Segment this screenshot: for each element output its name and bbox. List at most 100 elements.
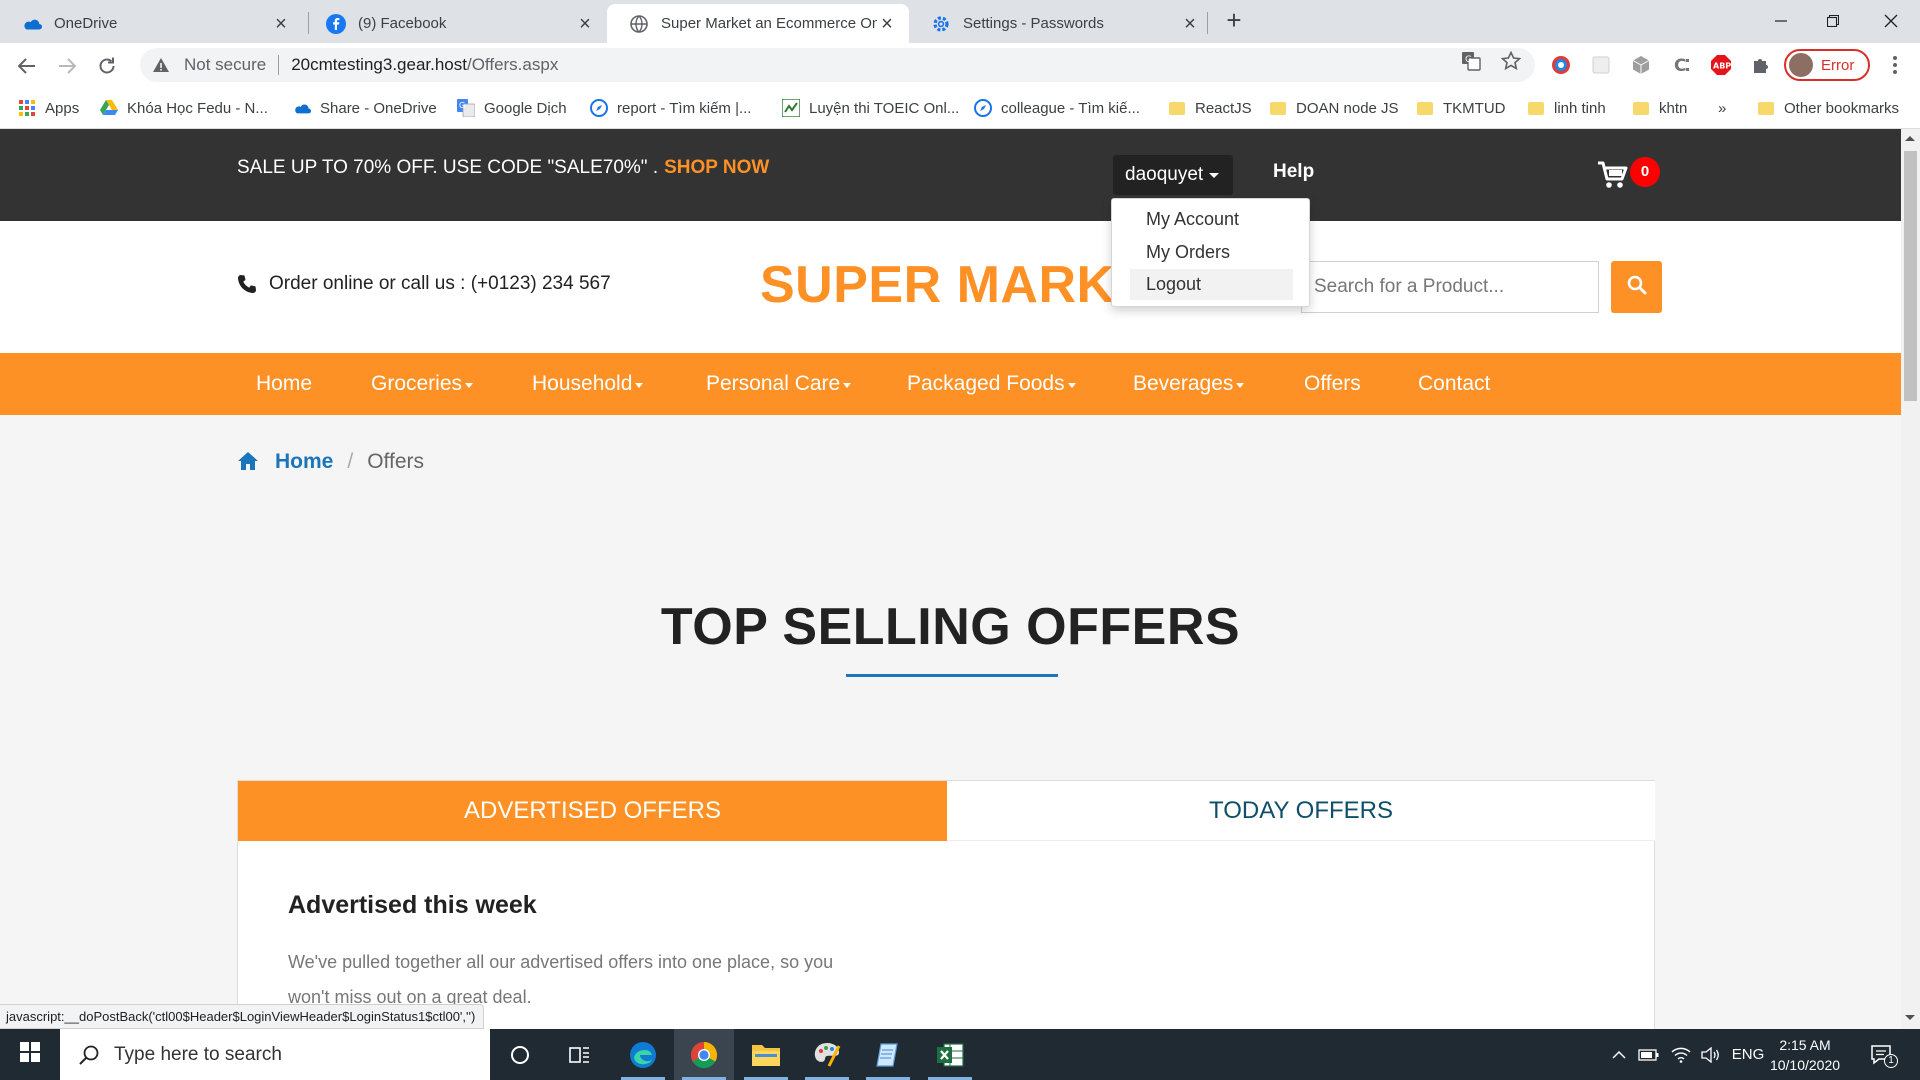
title-underline [846,674,1058,677]
profile-error-button[interactable]: Error [1784,49,1870,81]
close-tab-icon[interactable]: × [271,14,291,34]
minimize-button[interactable] [1758,4,1804,38]
start-button[interactable] [0,1029,60,1080]
browser-tab-onedrive[interactable]: OneDrive × [0,4,303,43]
close-tab-icon[interactable]: × [1180,14,1200,34]
user-account-dropdown[interactable]: daoquyet [1113,155,1234,195]
address-bar[interactable]: Not secure 20cmtesting3.gear.host/Offers… [140,48,1535,82]
user-dropdown-menu: My Account My Orders Logout [1111,198,1310,307]
bookmark-folder-reactjs[interactable]: ReactJS [1168,96,1252,120]
search-button[interactable] [1611,261,1662,313]
nav-label: Groceries [371,372,463,395]
show-hidden-icons-chevron[interactable] [1608,1029,1630,1080]
caret-down-icon [1236,382,1245,388]
forward-button[interactable] [52,51,82,81]
file-explorer-taskbar-button[interactable] [736,1029,796,1080]
tab-today-offers[interactable]: TODAY OFFERS [947,781,1655,841]
reload-button[interactable] [92,51,122,81]
menu-item-my-account[interactable]: My Account [1130,204,1293,235]
google-translate-icon: G [457,99,475,117]
svg-text:ABP: ABP [1713,62,1731,71]
bookmark-google-dich[interactable]: G Google Dịch [457,96,567,120]
nav-offers[interactable]: Offers [1304,353,1361,415]
product-search-input[interactable] [1301,261,1599,313]
scroll-up-arrow-icon[interactable] [1905,136,1915,141]
browser-tab-super-market[interactable]: Super Market an Ecommerce Onl × [607,4,909,43]
volume-icon[interactable] [1698,1029,1724,1080]
browser-tab-settings[interactable]: Settings - Passwords × [909,4,1212,43]
offers-tabs-panel: ADVERTISED OFFERS TODAY OFFERS Advertise… [237,780,1655,1029]
nav-groceries[interactable]: Groceries [371,353,474,415]
adblock-plus-icon[interactable]: ABP [1710,54,1732,76]
bookmark-label: linh tinh [1554,99,1606,117]
bookmark-report[interactable]: report - Tìm kiếm |... [590,96,751,120]
bookmark-folder-other-bookmarks[interactable]: Other bookmarks [1757,96,1899,120]
bookmark-label: Luyện thi TOEIC Onl... [809,99,960,117]
bookmark-apps[interactable]: Apps [18,96,79,120]
battery-icon[interactable] [1636,1029,1662,1080]
action-center-button[interactable]: 1 [1862,1029,1902,1080]
windows-logo-icon [20,1042,40,1067]
c-extension-icon[interactable]: C [1670,54,1692,76]
nav-contact[interactable]: Contact [1418,353,1490,415]
promo-text: SALE UP TO 70% OFF. USE CODE "SALE70%" . [237,157,659,178]
browser-menu-icon[interactable] [1884,54,1906,76]
restore-button[interactable] [1810,4,1856,38]
close-window-button[interactable] [1868,4,1914,38]
browser-tab-facebook[interactable]: (9) Facebook × [304,4,607,43]
excel-taskbar-button[interactable] [920,1029,980,1080]
bookmark-folder-khtn[interactable]: khtn [1632,96,1687,120]
bookmark-folder-doan-node-js[interactable]: DOAN node JS [1269,96,1399,120]
close-tab-icon[interactable]: × [575,14,595,34]
help-link[interactable]: Help [1273,161,1314,183]
bookmark-folder-tkmtud[interactable]: TKMTUD [1416,96,1506,120]
system-clock[interactable]: 2:15 AM 10/10/2020 [1760,1035,1850,1075]
menu-item-my-orders[interactable]: My Orders [1130,237,1293,268]
scrollbar-thumb[interactable] [1904,151,1917,401]
bookmark-khoa-hoc-fedu[interactable]: Khóa Học Fedu - N... [100,96,268,120]
taskbar-search-box[interactable]: Type here to search [60,1029,490,1080]
wifi-icon[interactable] [1668,1029,1694,1080]
paint-taskbar-button[interactable] [797,1029,857,1080]
apps-grid-icon [18,99,36,117]
scroll-down-arrow-icon[interactable] [1905,1015,1915,1020]
nav-beverages[interactable]: Beverages [1133,353,1245,415]
nav-packaged-foods[interactable]: Packaged Foods [907,353,1076,415]
color-picker-extension-icon[interactable] [1550,54,1572,76]
cart-button[interactable]: 0 [1598,157,1660,191]
bookmark-folder-linh-tinh[interactable]: linh tinh [1527,96,1606,120]
bookmark-label: report - Tìm kiếm |... [617,99,752,117]
bookmark-luyen-thi-toeic[interactable]: Luyện thi TOEIC Onl... [782,96,959,120]
puzzle-extensions-icon[interactable] [1750,54,1772,76]
bookmark-share-onedrive[interactable]: Share - OneDrive [293,96,437,120]
promo-top-bar: SALE UP TO 70% OFF. USE CODE "SALE70%" .… [0,129,1901,221]
security-status[interactable]: Not secure [184,55,266,75]
edge-taskbar-button[interactable] [613,1029,673,1080]
shop-now-link[interactable]: SHOP NOW [664,157,769,178]
menu-item-logout[interactable]: Logout [1130,269,1293,300]
search-icon [1627,275,1647,300]
breadcrumb: Home / Offers [237,447,424,477]
task-view-button[interactable] [550,1029,610,1080]
bookmark-colleague[interactable]: colleague - Tìm kiế... [974,96,1140,120]
cortana-button[interactable] [490,1029,550,1080]
new-tab-button[interactable]: + [1220,6,1248,34]
cube-extension-icon[interactable] [1630,54,1652,76]
star-bookmark-icon[interactable] [1500,50,1522,72]
notes-taskbar-button[interactable] [858,1029,918,1080]
page-scrollbar[interactable] [1901,129,1920,1029]
folder-icon [1416,99,1434,117]
caret-down-icon [465,382,474,388]
nav-home[interactable]: Home [256,353,312,415]
translate-icon[interactable]: G [1460,50,1482,72]
chrome-taskbar-button[interactable] [674,1029,734,1080]
blank-extension-icon[interactable] [1590,54,1612,76]
nav-household[interactable]: Household [532,353,644,415]
nav-personal-care[interactable]: Personal Care [706,353,852,415]
shopping-cart-icon [1598,161,1628,194]
back-button[interactable] [12,51,42,81]
more-bookmarks-chevron[interactable]: » [1718,96,1726,120]
breadcrumb-home-link[interactable]: Home [275,450,333,474]
close-tab-icon[interactable]: × [877,14,897,34]
tab-advertised-offers[interactable]: ADVERTISED OFFERS [238,781,947,841]
